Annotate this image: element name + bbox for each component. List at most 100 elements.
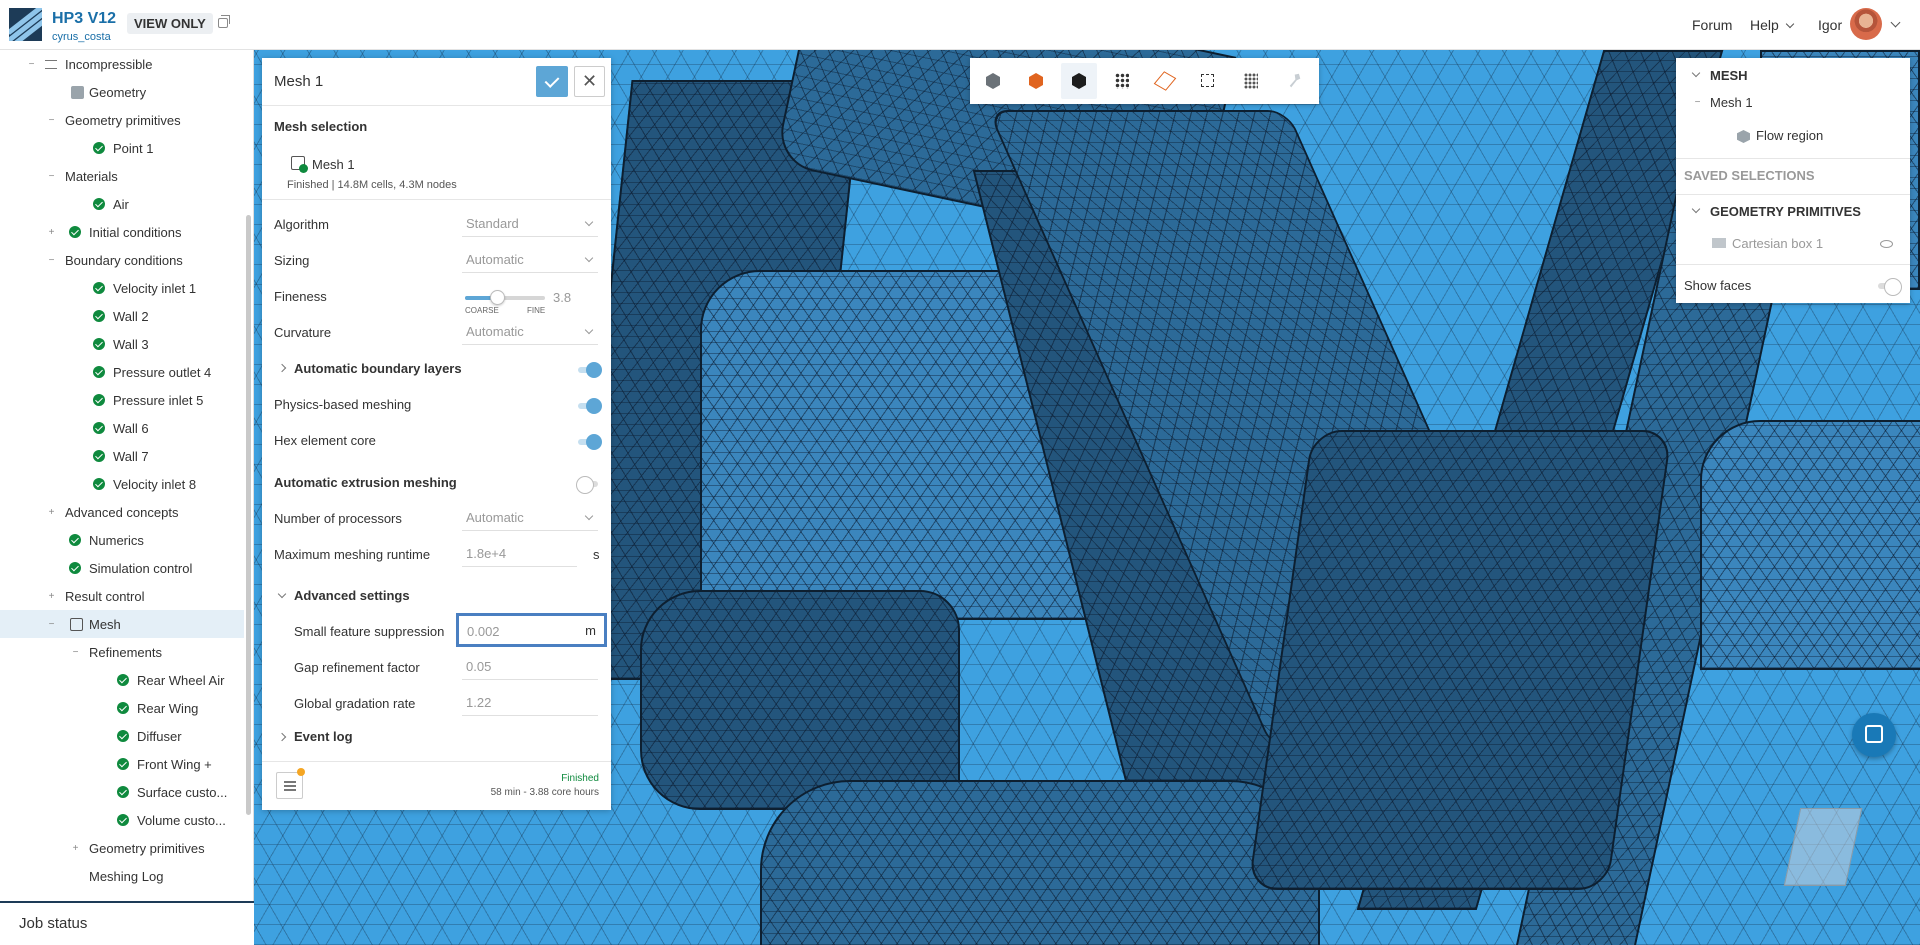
project-owner[interactable]: cyrus_costa [52, 31, 111, 43]
show-faces-toggle[interactable] [1878, 278, 1902, 296]
chevron-down-icon[interactable] [1691, 204, 1701, 214]
physics-meshing-toggle[interactable] [578, 398, 602, 414]
chevron-right-icon[interactable] [277, 363, 287, 373]
wrench-icon [1289, 73, 1301, 88]
geometry-surface [1247, 430, 1673, 890]
solid-view-button[interactable] [975, 63, 1011, 99]
nav-forum-link[interactable]: Forum [1692, 17, 1732, 33]
tree-item-front-wing[interactable]: Front Wing + [0, 750, 244, 778]
log-list-button[interactable] [276, 772, 303, 799]
mesh-section-header[interactable]: MESH [1710, 68, 1748, 83]
tree-item-diffuser[interactable]: Diffuser [0, 722, 244, 750]
flow-region-item[interactable]: Flow region [1756, 128, 1823, 143]
job-status-panel[interactable]: Job status [0, 901, 254, 945]
fineness-slider-thumb[interactable] [490, 290, 505, 305]
tree-item-boundary-conditions[interactable]: − Boundary conditions [0, 246, 244, 274]
auto-extrusion-toggle[interactable] [576, 476, 598, 494]
tree-item-mesh-geometry-primitives[interactable]: + Geometry primitives [0, 834, 244, 862]
tree-item-pressure-outlet-4[interactable]: Pressure outlet 4 [0, 358, 244, 386]
eye-icon[interactable] [1880, 240, 1893, 248]
tree-item-simulation-control[interactable]: Simulation control [0, 554, 244, 582]
global-gradation-input[interactable]: 1.22 [462, 690, 598, 716]
wireframe-button[interactable] [1147, 63, 1183, 99]
tree-item-refinements[interactable]: − Refinements [0, 638, 244, 666]
confirm-button[interactable] [536, 66, 568, 97]
auto-boundary-layers-label[interactable]: Automatic boundary layers [294, 361, 462, 376]
avatar[interactable] [1850, 8, 1882, 40]
runtime-input[interactable]: 1.8e+4 [462, 541, 577, 567]
chevron-right-icon[interactable] [277, 732, 287, 742]
gap-refinement-input[interactable]: 0.05 [462, 654, 598, 680]
collapse-icon[interactable]: − [71, 647, 80, 657]
tree-item-mesh[interactable]: − Mesh [0, 610, 244, 638]
collapse-icon[interactable]: − [47, 255, 56, 265]
solid-edges-orange-button[interactable] [1018, 63, 1054, 99]
tree-scrollbar[interactable] [246, 215, 251, 815]
tree-item-incompressible[interactable]: − Incompressible [0, 50, 244, 78]
collapse-icon[interactable]: − [47, 171, 56, 181]
tree-item-surface-custom[interactable]: Surface custo... [0, 778, 244, 806]
tree-item-wall-7[interactable]: Wall 7 [0, 442, 244, 470]
solid-edges-button[interactable] [1061, 63, 1097, 99]
advanced-settings-toggle[interactable]: Advanced settings [294, 588, 410, 603]
tree-item-meshing-log[interactable]: Meshing Log [0, 862, 244, 890]
tree-item-wall-3[interactable]: Wall 3 [0, 330, 244, 358]
processors-select[interactable]: Automatic [462, 505, 598, 531]
tree-item-rear-wheel-air[interactable]: Rear Wheel Air [0, 666, 244, 694]
tree-item-rear-wing[interactable]: Rear Wing [0, 694, 244, 722]
mesh-network-button[interactable] [1233, 63, 1269, 99]
tree-item-air[interactable]: Air [0, 190, 244, 218]
user-name[interactable]: Igor [1818, 17, 1842, 33]
tree-item-wall-2[interactable]: Wall 2 [0, 302, 244, 330]
collapse-icon[interactable]: − [1693, 98, 1702, 108]
nav-help-menu[interactable]: Help [1750, 17, 1795, 33]
fineness-slider[interactable] [465, 290, 545, 305]
collapse-icon[interactable]: − [47, 115, 56, 125]
tree-item-advanced-concepts[interactable]: + Advanced concepts [0, 498, 244, 526]
small-feature-input[interactable]: 0.002 m [456, 613, 607, 647]
tree-item-result-control[interactable]: + Result control [0, 582, 244, 610]
tree-item-velocity-inlet-1[interactable]: Velocity inlet 1 [0, 274, 244, 302]
sizing-select[interactable]: Automatic [462, 247, 598, 273]
chat-support-button[interactable] [1852, 713, 1896, 757]
chevron-down-icon[interactable] [1890, 17, 1901, 28]
tree-item-wall-6[interactable]: Wall 6 [0, 414, 244, 442]
scene-mesh-item[interactable]: Mesh 1 [1710, 95, 1753, 110]
tree-item-initial-conditions[interactable]: + Initial conditions [0, 218, 244, 246]
tree-item-materials[interactable]: − Materials [0, 162, 244, 190]
tree-item-label: Geometry [89, 84, 147, 100]
expand-icon[interactable]: + [47, 591, 56, 601]
box-select-button[interactable] [1190, 63, 1226, 99]
chevron-down-icon[interactable] [277, 589, 287, 599]
copy-project-icon[interactable] [218, 15, 230, 28]
auto-boundary-layers-toggle[interactable] [578, 362, 602, 378]
points-view-button[interactable] [1104, 63, 1140, 99]
tree-item-velocity-inlet-8[interactable]: Velocity inlet 8 [0, 470, 244, 498]
app-logo[interactable] [9, 8, 42, 41]
expand-icon[interactable]: + [47, 507, 56, 517]
tree-item-pressure-inlet-5[interactable]: Pressure inlet 5 [0, 386, 244, 414]
event-log-toggle[interactable]: Event log [294, 729, 353, 744]
expand-icon[interactable]: + [47, 227, 56, 237]
collapse-icon[interactable]: − [27, 59, 36, 69]
cartesian-box-item[interactable]: Cartesian box 1 [1732, 236, 1823, 251]
tree-item-geometry-primitives[interactable]: − Geometry primitives [0, 106, 244, 134]
hex-core-toggle[interactable] [578, 434, 602, 450]
project-title[interactable]: HP3 V12 [52, 10, 116, 28]
tools-button[interactable] [1276, 63, 1312, 99]
algorithm-select[interactable]: Standard [462, 211, 598, 237]
tree-item-geometry[interactable]: Geometry [0, 78, 244, 106]
curvature-select[interactable]: Automatic [462, 319, 598, 345]
tree-item-numerics[interactable]: Numerics [0, 526, 244, 554]
chevron-down-icon[interactable] [1691, 68, 1701, 78]
collapse-icon[interactable]: − [47, 619, 56, 629]
expand-icon[interactable]: + [71, 843, 80, 853]
tree-item-volume-custom[interactable]: Volume custo... [0, 806, 244, 834]
tree-item-point-1[interactable]: Point 1 [0, 134, 244, 162]
fineness-value[interactable]: 3.8 [553, 290, 571, 305]
saved-selections-header[interactable]: SAVED SELECTIONS [1684, 168, 1815, 183]
geometry-primitives-header[interactable]: GEOMETRY PRIMITIVES [1710, 204, 1861, 219]
check-circle-icon [117, 674, 129, 686]
close-button[interactable]: ✕ [574, 66, 605, 97]
auto-extrusion-label: Automatic extrusion meshing [274, 475, 457, 490]
